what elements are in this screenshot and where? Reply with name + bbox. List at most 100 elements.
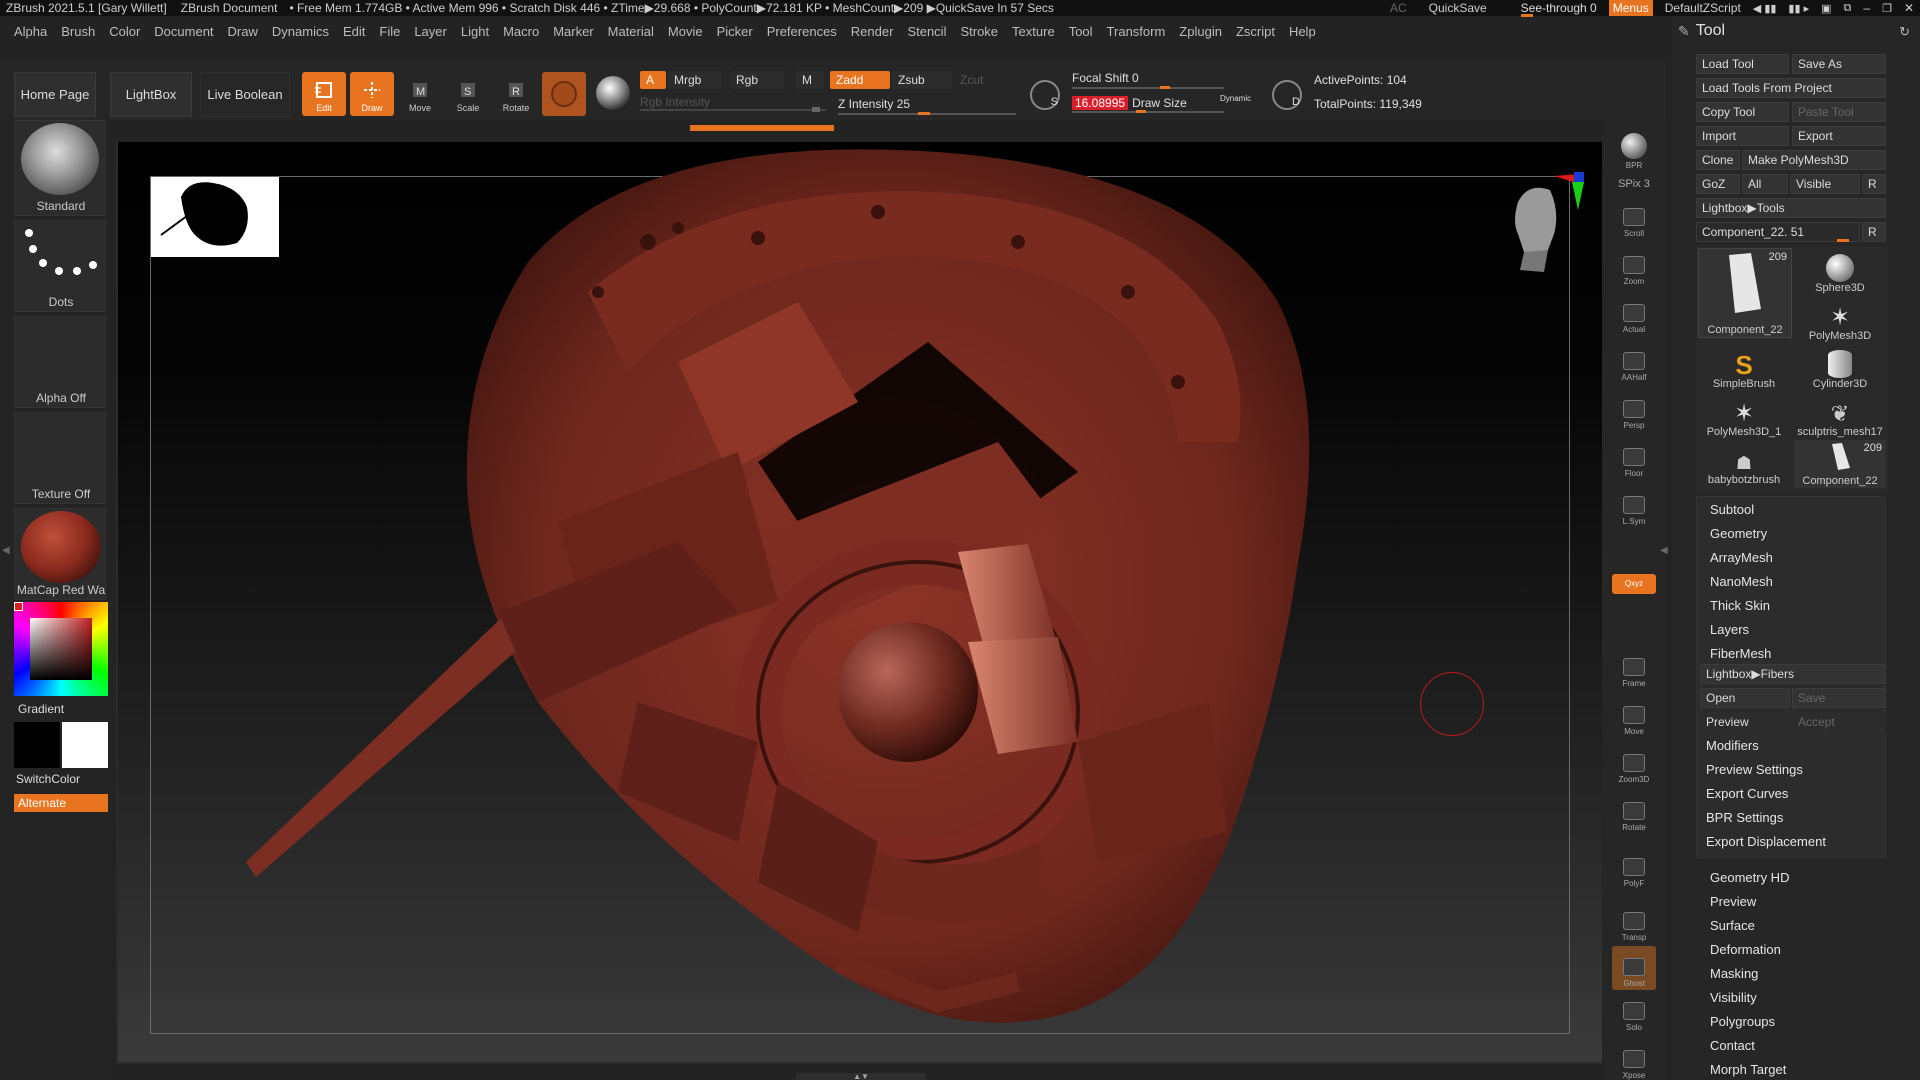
color-picker-square[interactable] (30, 618, 92, 680)
bpr-settings-section[interactable]: BPR Settings (1706, 810, 1783, 825)
ghost-button[interactable]: Ghost (1612, 946, 1656, 990)
thumb-sculptris-mesh[interactable]: ❦ sculptris_mesh17 (1794, 392, 1886, 439)
fibermesh-section[interactable]: FiberMesh (1710, 646, 1771, 661)
close-icon[interactable]: ✕ (1904, 1, 1914, 15)
goz-all-button[interactable]: All (1742, 174, 1788, 194)
left-tray-collapse-icon[interactable]: ◀ (2, 545, 10, 561)
menu-document[interactable]: Document (147, 24, 220, 42)
minimize-icon[interactable]: – (1863, 1, 1870, 15)
menu-light[interactable]: Light (454, 24, 496, 42)
thumb-polymesh3d[interactable]: ✶ PolyMesh3D (1794, 296, 1886, 343)
brush-selector[interactable]: Standard (14, 120, 106, 216)
aahalf-button[interactable]: AAHalf (1612, 340, 1656, 384)
live-boolean-button[interactable]: Live Boolean (200, 72, 290, 117)
mrgb-toggle[interactable]: Mrgb (668, 71, 722, 89)
menus-toggle[interactable]: Menus (1608, 0, 1653, 16)
modifiers-section[interactable]: Modifiers (1706, 738, 1759, 753)
current-tool-r-button[interactable]: R (1862, 222, 1886, 242)
lightbox-tools-button[interactable]: Lightbox▶Tools (1696, 198, 1886, 218)
thumb-babybotzbrush[interactable]: ☗ babybotzbrush (1698, 440, 1790, 486)
menu-brush[interactable]: Brush (54, 24, 102, 42)
menu-dynamics[interactable]: Dynamics (265, 24, 336, 42)
menu-stencil[interactable]: Stencil (900, 24, 953, 42)
material-selector[interactable]: MatCap Red Wa (14, 508, 106, 600)
geometry-section[interactable]: Geometry (1710, 526, 1767, 541)
color-picker[interactable] (14, 602, 108, 696)
palette-refresh-icon[interactable]: ↻ (1899, 24, 1910, 40)
preview-section[interactable]: Preview (1710, 894, 1756, 909)
tool-palette-header[interactable]: ✎ Tool ↻ (1672, 16, 1920, 46)
menu-file[interactable]: File (372, 24, 407, 42)
export-curves-section[interactable]: Export Curves (1706, 786, 1788, 801)
fiber-open-button[interactable]: Open (1700, 688, 1790, 708)
switchcolor-button[interactable]: SwitchColor (16, 772, 80, 786)
scroll-button[interactable]: Scroll (1612, 196, 1656, 240)
menu-movie[interactable]: Movie (661, 24, 710, 42)
move3d-button[interactable]: Move (1612, 694, 1656, 738)
export-button[interactable]: Export (1792, 126, 1886, 146)
canvas-bottom-scroll[interactable]: ▲▼ (796, 1073, 926, 1080)
rotate-button[interactable]: R Rotate (494, 72, 538, 116)
menu-draw[interactable]: Draw (221, 24, 265, 42)
xpose-button[interactable]: Xpose (1612, 1038, 1656, 1080)
fiber-preview-button[interactable]: Preview (1700, 712, 1790, 732)
menu-material[interactable]: Material (601, 24, 661, 42)
thumb-polymesh3d-1[interactable]: ✶ PolyMesh3D_1 (1698, 392, 1790, 439)
menu-picker[interactable]: Picker (710, 24, 760, 42)
bpr-button[interactable]: BPR (1612, 128, 1656, 172)
move-button[interactable]: M Move (398, 72, 442, 116)
visibility-section[interactable]: Visibility (1710, 990, 1757, 1005)
goz-button[interactable]: GoZ (1696, 174, 1740, 194)
alpha-selector[interactable]: Alpha Off (14, 316, 106, 408)
menu-render[interactable]: Render (844, 24, 901, 42)
goz-r-button[interactable]: R (1862, 174, 1886, 194)
focal-shift-slider[interactable]: Focal Shift 0 (1072, 70, 1226, 89)
draw-button[interactable]: Draw (350, 72, 394, 116)
menu-transform[interactable]: Transform (1100, 24, 1173, 42)
preview-settings-section[interactable]: Preview Settings (1706, 762, 1803, 777)
polyf-button[interactable]: PolyF (1612, 846, 1656, 890)
alternate-button[interactable]: Alternate (14, 794, 108, 812)
export-displacement-section[interactable]: Export Displacement (1706, 834, 1826, 849)
primary-color-swatch[interactable] (14, 722, 60, 768)
texture-selector[interactable]: Texture Off (14, 412, 106, 504)
paste-tool-button[interactable]: Paste Tool (1792, 102, 1886, 122)
thumb-cylinder3d[interactable]: Cylinder3D (1794, 344, 1886, 390)
fiber-accept-button[interactable]: Accept (1792, 712, 1886, 732)
arraymesh-section[interactable]: ArrayMesh (1710, 550, 1773, 565)
orientation-head-gizmo[interactable] (1488, 172, 1588, 282)
menu-texture[interactable]: Texture (1005, 24, 1062, 42)
color-picker-handle[interactable] (14, 602, 23, 611)
thumb-sphere3d[interactable]: Sphere3D (1794, 248, 1886, 294)
save-as-button[interactable]: Save As (1792, 54, 1886, 74)
s-focal-icon[interactable]: S (1030, 80, 1060, 110)
floor-button[interactable]: Floor (1612, 436, 1656, 480)
rotate3d-button[interactable]: Rotate (1612, 790, 1656, 834)
draw-size-slider[interactable]: 16.08995 Draw Size (1072, 93, 1226, 113)
layers-section[interactable]: Layers (1710, 622, 1749, 637)
menu-zscript[interactable]: Zscript (1229, 24, 1282, 42)
morph-target-section[interactable]: Morph Target (1710, 1062, 1786, 1077)
xyz-button[interactable]: Qxyz (1612, 574, 1656, 594)
brush-sphere-button[interactable] (596, 76, 630, 110)
thickskin-section[interactable]: Thick Skin (1710, 598, 1770, 613)
d-dynamic-icon[interactable]: D (1272, 80, 1302, 110)
polygroups-section[interactable]: Polygroups (1710, 1014, 1775, 1029)
secondary-color-swatch[interactable] (62, 722, 108, 768)
geometry-hd-section[interactable]: Geometry HD (1710, 870, 1789, 885)
menu-zplugin[interactable]: Zplugin (1172, 24, 1229, 42)
menu-preferences[interactable]: Preferences (760, 24, 844, 42)
load-tool-button[interactable]: Load Tool (1696, 54, 1789, 74)
menu-edit[interactable]: Edit (336, 24, 372, 42)
zoom3d-button[interactable]: Zoom3D (1612, 742, 1656, 786)
z-intensity-slider[interactable]: Z Intensity 25 (838, 96, 1018, 116)
load-tools-from-project-button[interactable]: Load Tools From Project (1696, 78, 1886, 98)
deformation-section[interactable]: Deformation (1710, 942, 1781, 957)
rgb-toggle[interactable]: Rgb (730, 71, 784, 89)
zcut-toggle[interactable]: Zcut (954, 71, 1014, 89)
menu-layer[interactable]: Layer (407, 24, 454, 42)
spix-slider[interactable]: SPix 3 (1612, 172, 1656, 192)
clone-button[interactable]: Clone (1696, 150, 1740, 170)
m-toggle[interactable]: M (796, 71, 824, 89)
quicksave-button[interactable]: QuickSave (1429, 1, 1487, 15)
